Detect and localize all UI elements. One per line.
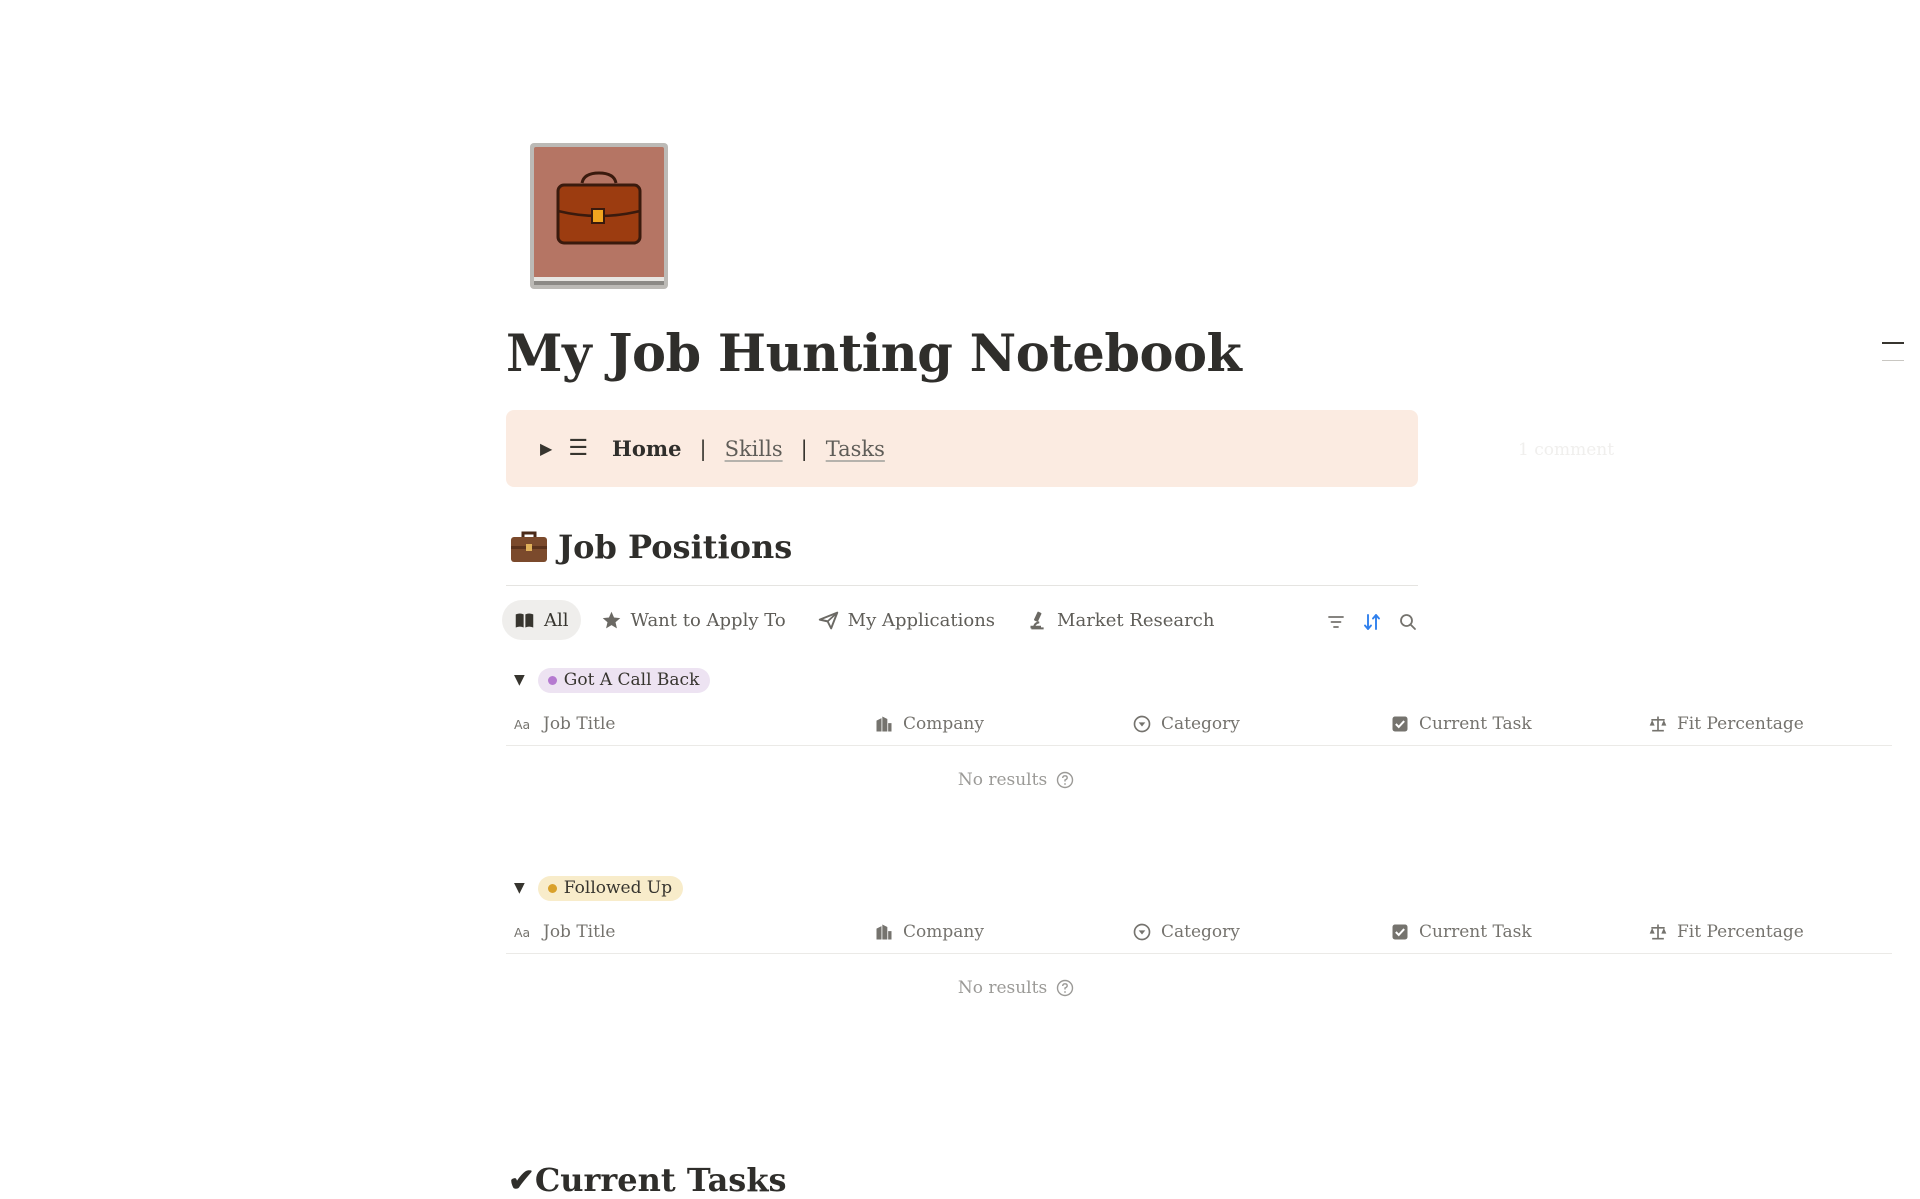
nav-link-tasks[interactable]: Tasks — [826, 437, 885, 461]
column-header-job-title[interactable]: Aa Job Title — [514, 911, 615, 953]
outline-indicator-secondary[interactable] — [1882, 360, 1904, 361]
nav-home: Home — [612, 436, 682, 461]
help-icon[interactable] — [1056, 771, 1074, 789]
select-icon — [1133, 923, 1151, 941]
sort-button[interactable] — [1359, 609, 1385, 635]
column-header-category[interactable]: Category — [1132, 911, 1240, 953]
nav-separator: | — [800, 436, 808, 461]
outline-indicator[interactable] — [1882, 342, 1904, 344]
book-icon — [515, 613, 534, 627]
page-title: My Job Hunting Notebook — [506, 324, 1242, 384]
view-tabs: All Want to Apply To My Applications Mar… — [502, 600, 1234, 640]
scale-icon — [1649, 924, 1667, 940]
paper-plane-icon — [818, 611, 838, 629]
view-toolbar — [1313, 609, 1421, 635]
select-icon — [1133, 715, 1151, 733]
group-header: ▼ Got A Call Back — [514, 667, 711, 693]
tab-my-applications[interactable]: My Applications — [806, 600, 1007, 640]
table-header: Aa Job Title Company Category Current Ta… — [506, 911, 1892, 954]
sort-icon — [1364, 614, 1380, 630]
scale-icon — [1649, 716, 1667, 732]
text-icon: Aa — [514, 925, 530, 940]
toggle-triangle-icon[interactable]: ▶ — [540, 439, 552, 458]
column-header-company[interactable]: Company — [874, 703, 984, 745]
menu-icon: ☰ — [568, 436, 589, 461]
status-dot — [547, 675, 557, 685]
briefcase-notebook-icon[interactable] — [528, 141, 670, 291]
column-header-current-task[interactable]: Current Task — [1390, 703, 1532, 745]
filter-icon — [1328, 616, 1344, 628]
tab-want-to-apply-to[interactable]: Want to Apply To — [589, 600, 798, 640]
microscope-icon — [1030, 611, 1044, 629]
status-badge[interactable]: Got A Call Back — [537, 667, 711, 693]
checkbox-icon — [1392, 716, 1408, 732]
group-header: ▼ Followed Up — [514, 875, 684, 901]
column-header-company[interactable]: Company — [874, 911, 984, 953]
section-heading-text: Job Positions — [558, 528, 793, 566]
help-icon[interactable] — [1056, 979, 1074, 997]
column-header-current-task[interactable]: Current Task — [1390, 911, 1532, 953]
comment-count-hint[interactable]: 1 comment — [1518, 440, 1614, 460]
column-header-fit-percentage[interactable]: Fit Percentage — [1648, 703, 1804, 745]
status-dot — [547, 883, 557, 893]
column-header-category[interactable]: Category — [1132, 703, 1240, 745]
column-header-fit-percentage[interactable]: Fit Percentage — [1648, 911, 1804, 953]
star-icon — [602, 611, 620, 628]
building-icon — [876, 716, 892, 732]
svg-text:Aa: Aa — [514, 925, 530, 940]
column-header-job-title[interactable]: Aa Job Title — [514, 703, 615, 745]
building-icon — [876, 924, 892, 940]
briefcase-icon — [511, 531, 547, 562]
checkbox-icon — [1392, 924, 1408, 940]
collapse-caret-icon[interactable]: ▼ — [514, 672, 525, 688]
filter-button[interactable] — [1323, 609, 1349, 635]
nav-callout: ▶ ☰ Home | Skills | Tasks — [506, 410, 1418, 487]
tab-all[interactable]: All — [502, 600, 581, 640]
search-icon — [1400, 614, 1416, 630]
notion-page: My Job Hunting Notebook ▶ ☰ Home | Skill… — [0, 0, 1920, 1199]
status-badge[interactable]: Followed Up — [537, 875, 684, 901]
tab-market-research[interactable]: Market Research — [1015, 600, 1226, 640]
nav-separator: | — [699, 436, 707, 461]
section-heading-current-tasks: ✔Current Tasks — [508, 1161, 787, 1199]
empty-state: No results — [906, 770, 1126, 790]
search-button[interactable] — [1395, 609, 1421, 635]
empty-state: No results — [906, 978, 1126, 998]
table-header: Aa Job Title Company Category Current Ta… — [506, 703, 1892, 746]
svg-text:Aa: Aa — [514, 717, 530, 732]
nav-link-skills[interactable]: Skills — [725, 437, 783, 461]
heading-divider — [506, 585, 1418, 586]
section-heading-job-positions: Job Positions — [510, 528, 792, 566]
collapse-caret-icon[interactable]: ▼ — [514, 880, 525, 896]
text-icon: Aa — [514, 717, 530, 732]
